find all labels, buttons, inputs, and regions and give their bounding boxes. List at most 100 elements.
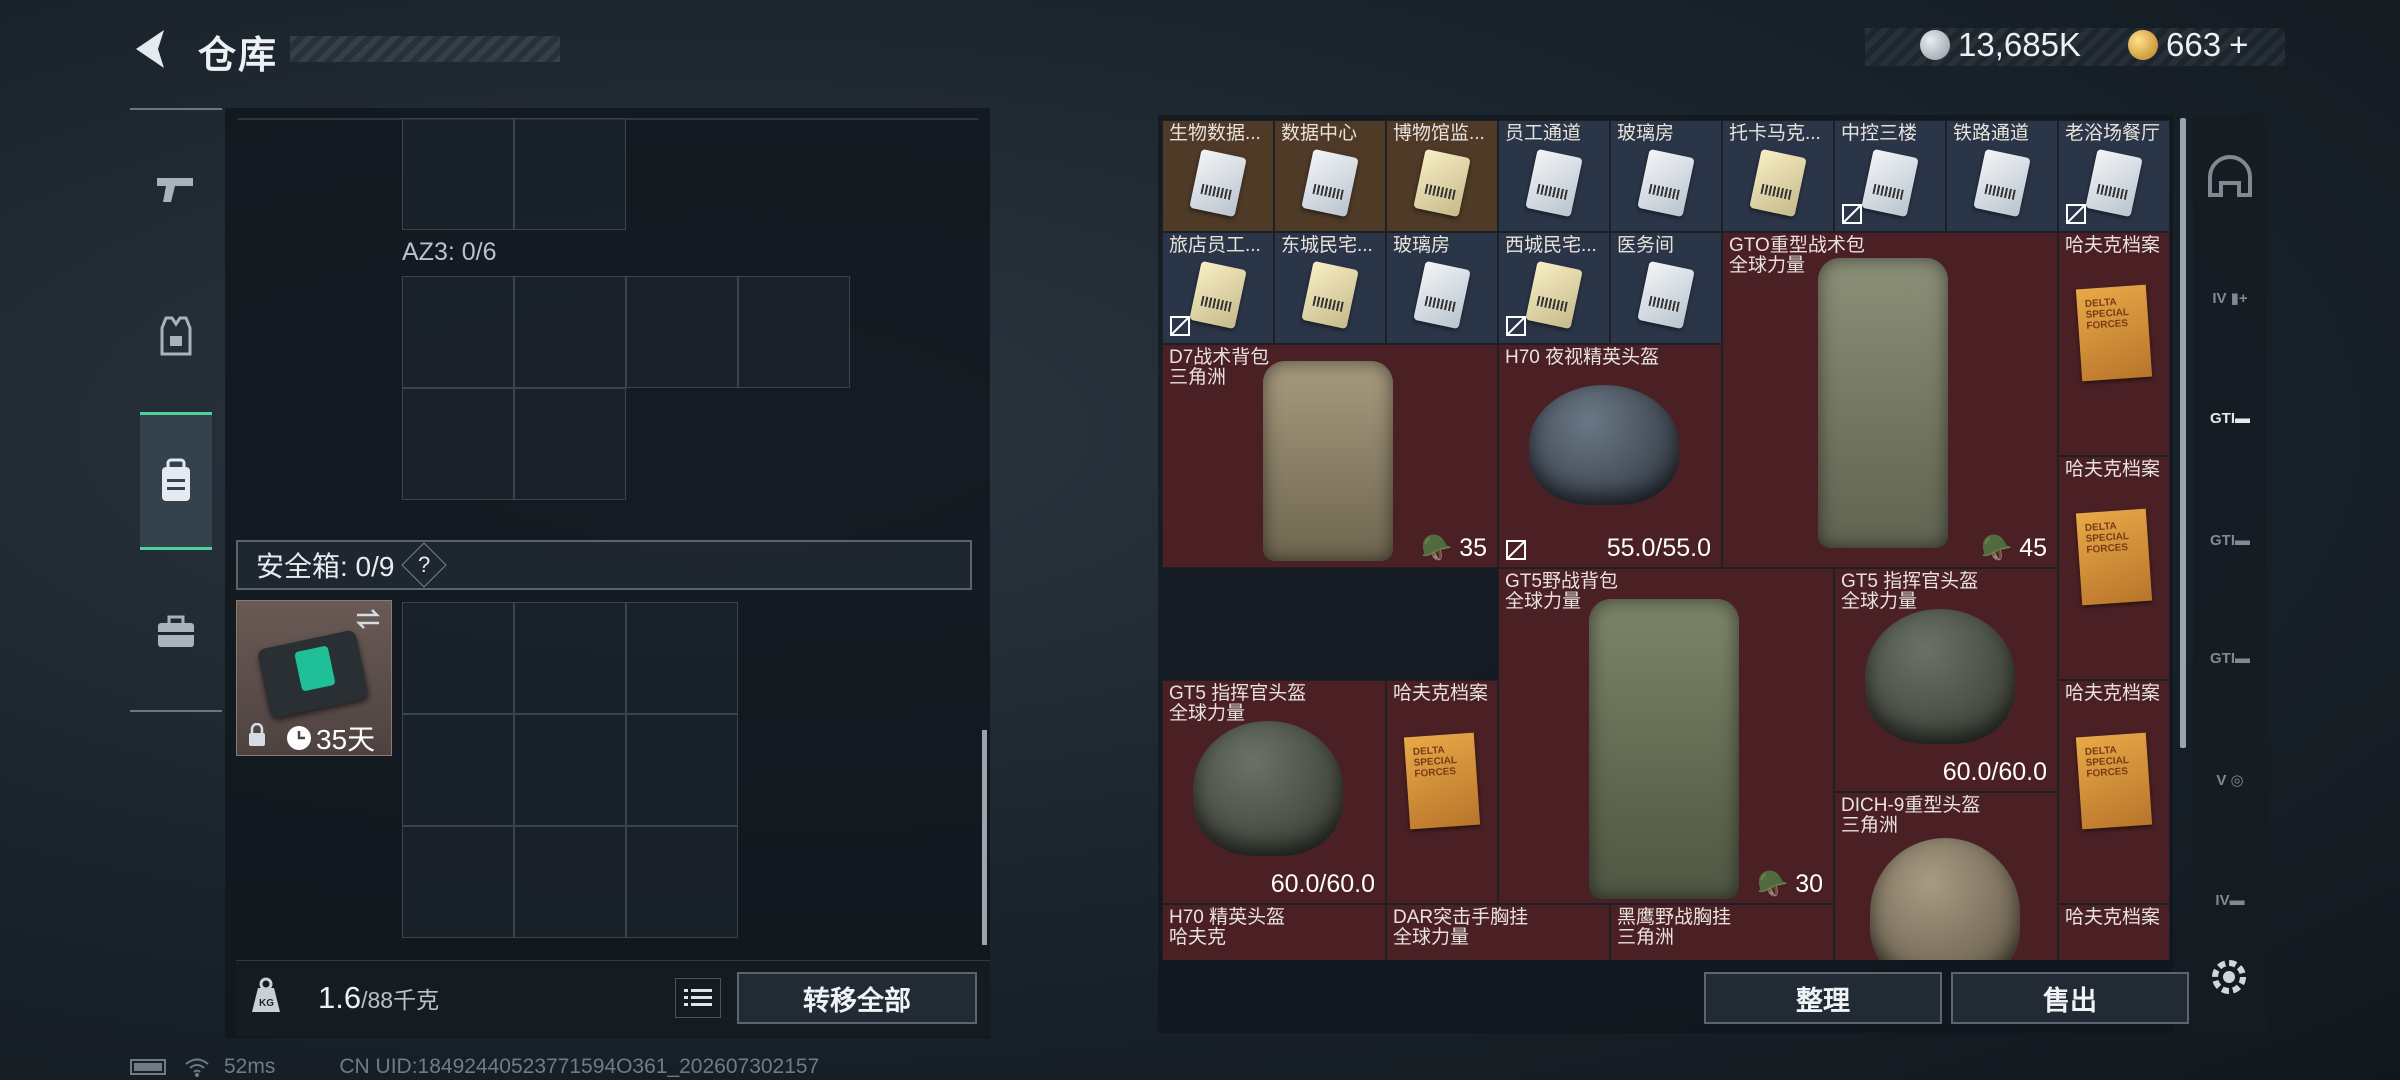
archive-item[interactable]: 哈夫克档案 DELTA SPECIAL FORCES xyxy=(1386,680,1498,904)
archive-item[interactable]: 哈夫克档案 DELTA SPECIAL FORCES xyxy=(2058,232,2170,456)
keycard-icon xyxy=(2085,148,2143,217)
h70-helmet-item[interactable]: H70 精英头盔 哈夫克 xyxy=(1162,904,1386,960)
backpack-image xyxy=(1818,258,1948,548)
safebox-slot[interactable] xyxy=(514,714,626,826)
safebox-expiry: 35天 xyxy=(286,718,375,758)
helmet-slot-icon[interactable] xyxy=(2198,146,2262,210)
gt5-backpack-item[interactable]: GT5野战背包 全球力量 🪖 30 xyxy=(1498,568,1834,904)
no-drop-icon xyxy=(1506,316,1526,336)
keycard-icon xyxy=(1973,148,2031,217)
gti-plate-icon[interactable]: GTI ▬ xyxy=(2198,386,2262,450)
gto-backpack-item[interactable]: GTO重型战术包 全球力量 🪖 45 xyxy=(1722,232,2058,568)
silver-currency: 13,685K xyxy=(1920,26,2081,64)
archive-item[interactable]: 哈夫克档案 DELTA SPECIAL FORCES xyxy=(2058,680,2170,904)
title-decoration xyxy=(290,36,560,62)
safebox-slot[interactable] xyxy=(626,714,738,826)
keycard-icon xyxy=(1525,260,1583,329)
safebox-slot[interactable] xyxy=(402,714,514,826)
page-title: 仓库 xyxy=(198,35,279,77)
keycard-item[interactable]: 铁路通道 xyxy=(1946,120,2058,232)
d7-backpack-item[interactable]: D7战术背包 三角洲 🪖 35 xyxy=(1162,344,1498,568)
slot-cell[interactable] xyxy=(514,118,626,230)
iv-rig-icon[interactable]: IV ▬ xyxy=(2198,868,2262,932)
keycard-item[interactable]: 玻璃房 xyxy=(1386,232,1498,344)
keycard-item[interactable]: 中控三楼 xyxy=(1834,120,1946,232)
transfer-all-button[interactable]: 转移全部 xyxy=(737,972,977,1024)
keycard-item[interactable]: 东城民宅... xyxy=(1274,232,1386,344)
keycard-icon xyxy=(1413,148,1471,217)
battery-icon xyxy=(130,1059,166,1075)
no-drop-icon xyxy=(1170,316,1190,336)
gti-tool-icon[interactable]: GTI ▬ xyxy=(2198,508,2262,572)
safebox-slot[interactable] xyxy=(402,826,514,938)
safebox-slot[interactable] xyxy=(626,826,738,938)
blackhawk-chest-rig-item[interactable]: 黑鹰野战胸挂 三角洲 xyxy=(1610,904,1834,960)
scrollbar[interactable] xyxy=(2180,118,2186,748)
v-rig-icon[interactable]: V ◎ xyxy=(2198,748,2262,812)
add-currency-icon[interactable]: + xyxy=(2229,26,2248,64)
az3-slot[interactable] xyxy=(402,388,514,500)
safebox-slot[interactable] xyxy=(402,602,514,714)
capacity-count: 🪖 45 xyxy=(1981,534,2047,562)
az3-slot[interactable] xyxy=(514,276,626,388)
list-icon xyxy=(684,989,712,1006)
help-icon[interactable]: ? xyxy=(401,542,448,588)
tab-supplies[interactable] xyxy=(140,596,212,668)
silver-coin-icon xyxy=(1920,30,1950,60)
az3-slot[interactable] xyxy=(626,276,738,388)
gt5-helmet-item[interactable]: GT5 指挥官头盔 全球力量 60.0/60.0 xyxy=(1162,680,1386,904)
archive-item[interactable]: 哈夫克档案 DELTA SPECIAL FORCES xyxy=(2058,456,2170,680)
back-arrow-icon[interactable] xyxy=(128,24,178,74)
az3-slot[interactable] xyxy=(402,276,514,388)
safebox-slot[interactable] xyxy=(626,602,738,714)
keycard-item[interactable]: 老浴场餐厅 xyxy=(2058,120,2170,232)
archive-item[interactable]: 哈夫克档案 xyxy=(2058,904,2170,960)
weight-icon: KG xyxy=(246,976,286,1016)
keycard-item[interactable]: 员工通道 xyxy=(1498,120,1610,232)
folder-icon: DELTA SPECIAL FORCES xyxy=(2075,732,2153,830)
keycard-icon xyxy=(1637,260,1695,329)
helmet-image xyxy=(1870,838,2020,960)
keycard-item[interactable]: 玻璃房 xyxy=(1610,120,1722,232)
tab-containers[interactable] xyxy=(140,412,212,550)
tab-equipment[interactable] xyxy=(140,300,212,372)
gt5-helmet-item[interactable]: GT5 指挥官头盔 全球力量 60.0/60.0 xyxy=(1834,568,2058,792)
az3-slot[interactable] xyxy=(514,388,626,500)
keycard-item[interactable]: 旅店员工... xyxy=(1162,232,1274,344)
list-view-button[interactable] xyxy=(675,978,721,1018)
helmet-image xyxy=(1529,385,1679,505)
gold-coin-icon xyxy=(2128,30,2158,60)
keycard-item[interactable]: 生物数据... xyxy=(1162,120,1274,232)
scrollbar[interactable] xyxy=(982,730,987,945)
keycard-icon xyxy=(1189,260,1247,329)
az3-slot[interactable] xyxy=(738,276,850,388)
slot-cell[interactable] xyxy=(402,118,514,230)
tab-weapons[interactable] xyxy=(140,152,212,224)
keycard-icon xyxy=(1301,148,1359,217)
dar-chest-rig-item[interactable]: DAR突击手胸挂 全球力量 xyxy=(1386,904,1610,960)
keycard-icon xyxy=(1525,148,1583,217)
keycard-item[interactable]: 医务间 xyxy=(1610,232,1722,344)
svg-text:KG: KG xyxy=(259,998,274,1009)
sort-button[interactable]: 整理 xyxy=(1704,972,1942,1024)
keycard-icon xyxy=(1189,148,1247,217)
keycard-icon xyxy=(1301,260,1359,329)
gti-vest-icon[interactable]: GTI ▬ xyxy=(2198,626,2262,690)
h70-helmet-item[interactable]: H70 夜视精英头盔 55.0/55.0 xyxy=(1498,344,1722,568)
keycard-item[interactable]: 托卡马克... xyxy=(1722,120,1834,232)
folder-icon: DELTA SPECIAL FORCES xyxy=(2075,284,2153,382)
lock-icon xyxy=(249,723,265,746)
safebox-header: 安全箱: 0/9 ? xyxy=(236,540,972,590)
safebox-slot[interactable] xyxy=(514,602,626,714)
dich9-helmet-item[interactable]: DICH-9重型头盔 三角洲 xyxy=(1834,792,2058,960)
safebox-slot[interactable] xyxy=(514,826,626,938)
capacity-count: 🪖 35 xyxy=(1421,534,1487,562)
keycard-item[interactable]: 数据中心 xyxy=(1274,120,1386,232)
keycard-item[interactable]: 博物馆监... xyxy=(1386,120,1498,232)
keycard-item[interactable]: 西城民宅... xyxy=(1498,232,1610,344)
swap-icon[interactable] xyxy=(353,607,383,631)
gold-currency[interactable]: 663 + xyxy=(2128,26,2248,64)
gear-icon[interactable] xyxy=(2204,952,2254,1002)
sell-button[interactable]: 售出 xyxy=(1951,972,2189,1024)
iv-armor-add-icon[interactable]: IV ▮+ xyxy=(2198,266,2262,330)
